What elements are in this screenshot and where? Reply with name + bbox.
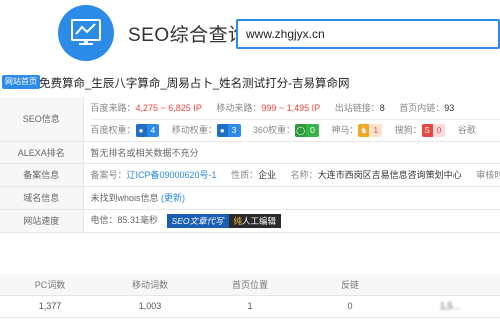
home-position-header: 首页位置	[200, 274, 300, 296]
icp-number-link[interactable]: 辽ICP备09000620号-1	[127, 170, 217, 180]
baidu-weight-label: 百度权重：	[90, 124, 136, 135]
icp-row: 备案信息 备案号：辽ICP备09000620号-1 性质：企业 名称：大连市西岗…	[0, 163, 500, 187]
baidu-traffic-label: 百度来路：	[90, 102, 136, 113]
seo-label: SEO信息	[0, 97, 84, 142]
mobile-weight-badge[interactable]: ● 3	[216, 123, 241, 137]
sogou-weight-value: 0	[432, 123, 446, 137]
360-weight-label: 360权重：	[253, 124, 296, 135]
backlinks-header: 反链	[300, 274, 400, 296]
icp-values: 备案号：辽ICP备09000620号-1 性质：企业 名称：大连市西岗区吉易信息…	[83, 163, 500, 187]
alexa-row: ALEXA排名 暂无排名或相关数据不充分	[0, 141, 500, 164]
domain-label: 域名信息	[0, 186, 84, 210]
mobile-words-value[interactable]: 1,003	[100, 295, 200, 318]
paw-icon: ●	[135, 123, 147, 137]
google-weight-label: 谷歌	[457, 124, 476, 135]
search-input[interactable]	[238, 21, 498, 47]
icp-name-label: 名称：	[290, 170, 318, 180]
whois-refresh-link[interactable]: (更新)	[161, 193, 185, 203]
360-weight-badge[interactable]: ◯ 0	[295, 123, 319, 137]
shenma-weight-label: 神马：	[331, 124, 359, 135]
speed-label: 网站速度	[0, 209, 84, 233]
outbound-links-label: 出站链接：	[334, 102, 380, 113]
mobile-traffic-value: 999 ~ 1,495 IP	[261, 102, 321, 113]
alexa-value: 暂无排名或相关数据不充分	[83, 141, 500, 164]
sogou-weight-badge[interactable]: S0	[421, 123, 446, 137]
360-weight-value: 0	[310, 124, 315, 135]
icp-type-value: 企业	[258, 170, 277, 180]
mobile-weight-label: 移动权重：	[171, 124, 217, 135]
monitor-chart-icon	[71, 19, 101, 45]
logo[interactable]	[58, 5, 114, 61]
ad-tag-prefix: 纯	[233, 215, 243, 226]
ad-tag-rest: 人工编辑	[242, 215, 277, 226]
baidu-weight-value: 4	[150, 124, 156, 135]
pc-words-value[interactable]: 1,377	[0, 295, 100, 318]
domain-values: 未找到whois信息 (更新)	[83, 186, 500, 210]
icp-name-value: 大连市西岗区吉易信息咨询策划中心	[317, 170, 462, 180]
horse-icon: ♞	[358, 123, 370, 137]
ad-tag-manual-edit[interactable]: 纯人工编辑	[228, 213, 282, 228]
shenma-weight-badge[interactable]: ♞ 1	[358, 123, 383, 137]
speed-row: 网站速度 电信：85.31毫秒 SEO文章代写 纯人工编辑	[0, 209, 500, 233]
stats-header-row: PC词数 移动词数 首页位置 反链	[0, 274, 500, 296]
home-position-value: 1	[200, 295, 300, 318]
icp-number-label: 备案号：	[90, 170, 127, 180]
backlinks-value[interactable]: 0	[300, 295, 400, 318]
seo-line-traffic: 百度来路：4,275 ~ 6,825 IP 移动来路：999 ~ 1,495 I…	[91, 98, 500, 119]
info-table: SEO信息 百度来路：4,275 ~ 6,825 IP 移动来路：999 ~ 1…	[0, 97, 500, 233]
speed-value: 电信：85.31毫秒	[90, 215, 159, 226]
seo-row: SEO信息 百度来路：4,275 ~ 6,825 IP 移动来路：999 ~ 1…	[0, 97, 500, 142]
mobile-words-header: 移动词数	[100, 274, 200, 296]
baidu-weight-badge[interactable]: ● 4	[135, 123, 160, 137]
shenma-weight-value: 1	[369, 123, 383, 137]
outbound-links-value: 8	[379, 102, 385, 113]
paw-icon: ●	[216, 123, 228, 137]
icp-label: 备案信息	[0, 163, 84, 187]
alexa-label: ALEXA排名	[0, 141, 84, 164]
site-badge: 网站首页	[2, 75, 40, 89]
site-title-row: 网站首页 免费算命_生辰八字算命_周易占卜_姓名测试打分-吉易算命网	[0, 72, 500, 94]
circle-icon: ◯	[295, 123, 307, 137]
page-title: SEO综合查询	[128, 25, 248, 46]
header: SEO综合查询	[0, 0, 500, 66]
baidu-traffic-value: 4,275 ~ 6,825 IP	[135, 102, 202, 113]
sogou-icon: S	[421, 123, 433, 137]
seo-values: 百度来路：4,275 ~ 6,825 IP 移动来路：999 ~ 1,495 I…	[83, 97, 500, 142]
stats-value-row: 1,377 1,003 1 0 1,5...	[0, 295, 500, 318]
icp-type-label: 性质：	[231, 170, 259, 180]
mobile-weight-value: 3	[231, 124, 237, 135]
search-box[interactable]	[236, 19, 500, 49]
keyword-stats-table: PC词数 移动词数 首页位置 反链 1,377 1,003 1 0 1,5...	[0, 274, 500, 318]
internal-links-value: 93	[444, 102, 455, 113]
whois-status: 未找到whois信息	[90, 193, 159, 203]
sogou-weight-label: 搜狗：	[394, 124, 422, 135]
extra-header	[400, 274, 500, 296]
mobile-traffic-label: 移动来路：	[216, 102, 262, 113]
site-title-link[interactable]: 免费算命_生辰八字算命_周易占卜_姓名测试打分-吉易算命网	[39, 75, 350, 91]
seo-line-weights: 百度权重： ● 4 移动权重： ● 3 360权重：◯ 0 神马： ♞ 1 搜狗： S 0 谷歌	[90, 118, 500, 140]
ad-tag-seo-writing[interactable]: SEO文章代写	[166, 213, 229, 228]
extra-value: 1,5...	[400, 295, 500, 318]
speed-values: 电信：85.31毫秒 SEO文章代写 纯人工编辑	[83, 209, 500, 233]
domain-row: 域名信息 未找到whois信息 (更新)	[0, 186, 500, 210]
icp-audit-label: 审核时间：	[476, 170, 500, 180]
internal-links-label: 首页内链：	[399, 102, 445, 113]
pc-words-header: PC词数	[0, 274, 100, 296]
